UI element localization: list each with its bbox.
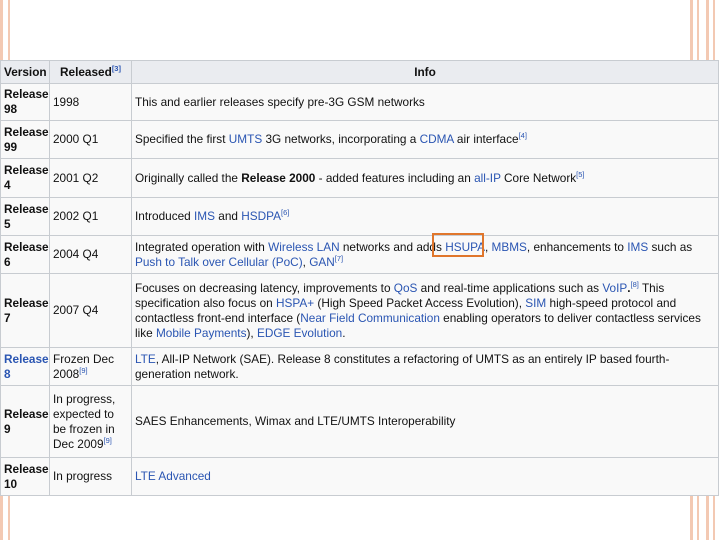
info-text: air interface [453, 132, 519, 146]
info-text: . [342, 325, 346, 340]
wiki-link[interactable]: SIM [525, 296, 546, 310]
info-text: and [215, 209, 242, 223]
slide-top-band [0, 0, 720, 60]
table-body: Release 98 1998 This and earlier releases … [0, 83, 719, 496]
version-cell: Release 10 [0, 457, 50, 496]
released-cell: 2000 Q1 [49, 120, 132, 159]
version-cell: Release 7 [0, 273, 50, 348]
info-text: Specified the first [135, 132, 229, 146]
reference-link[interactable]: [9] [104, 436, 112, 445]
info-text: - added features including an [315, 170, 475, 185]
info-cell: SAES Enhancements, Wimax and LTE/UMTS In… [131, 385, 719, 458]
reference-link[interactable]: [3] [112, 64, 121, 73]
info-text: Introduced [135, 209, 195, 223]
info-text: SAES Enhancements, Wimax and LTE/UMTS In… [135, 414, 456, 428]
info-text: Integrated operation with [135, 239, 269, 254]
info-column-header[interactable]: Info [131, 60, 719, 84]
info-text: and real-time applications such as [417, 280, 603, 295]
released-text: In progress [53, 469, 113, 483]
table-row: Release 8 Frozen Dec 2008[9] LTE, All-IP N… [0, 347, 719, 386]
version-cell: Release 5 [0, 197, 50, 236]
table-row: Release 9 In progress, expected to be fro… [0, 385, 719, 458]
wiki-link[interactable]: Near Field Communication [300, 311, 440, 325]
wiki-link[interactable]: IMS [627, 240, 648, 254]
wiki-link[interactable]: EDGE Evolution [257, 326, 342, 340]
wiki-link[interactable]: Wireless LAN [268, 240, 339, 254]
version-cell: Release 6 [0, 235, 50, 274]
info-text: Release 2000 [241, 170, 316, 185]
released-cell: In progress [49, 457, 132, 496]
released-cell: 2002 Q1 [49, 197, 132, 236]
info-cell: This and earlier releases specify pre-3G… [131, 83, 719, 121]
released-text: 2000 Q1 [53, 132, 99, 146]
released-cell: In progress, expected to be frozen in De… [49, 385, 132, 458]
info-cell: LTE Advanced [131, 457, 719, 496]
version-cell: Release 4 [0, 158, 50, 198]
released-cell: 2004 Q4 [49, 235, 132, 274]
reference-link[interactable]: [9] [79, 366, 87, 375]
release-table: Version Released[3] Info Release 98 1998 T… [0, 60, 719, 496]
released-cell: Frozen Dec 2008[9] [49, 347, 132, 386]
table-row: Release 10 In progress LTE Advanced [0, 457, 719, 496]
info-text: 3G networks, incorporating a [262, 132, 420, 146]
reference-link[interactable]: [4] [519, 131, 527, 140]
released-cell: 1998 [49, 83, 132, 121]
info-cell: Integrated operation with Wireless LAN n… [131, 235, 719, 274]
table-row: Release 5 2002 Q1 Introduced IMS and HSDPA… [0, 197, 719, 236]
info-text: , All-IP Network (SAE). Release 8 consti… [135, 351, 670, 381]
wiki-link[interactable]: Mobile Payments [156, 326, 246, 340]
wiki-link[interactable]: HSDPA [241, 209, 281, 223]
wiki-link[interactable]: QoS [394, 281, 418, 295]
released-text: 2001 Q2 [53, 170, 99, 185]
wiki-link[interactable]: CDMA [420, 132, 454, 146]
released-text: 2004 Q4 [53, 247, 99, 261]
table-header-row: Version Released[3] Info [0, 60, 719, 84]
version-cell: Release 98 [0, 83, 50, 121]
reference-link[interactable]: [8] [631, 280, 639, 289]
released-column-header[interactable]: Released[3] [49, 60, 132, 84]
released-text: 2007 Q4 [53, 303, 99, 317]
reference-link[interactable]: [6] [281, 208, 289, 217]
info-text: Core Network [500, 170, 577, 185]
table-row: Release 7 2007 Q4 Focuses on decreasing la… [0, 273, 719, 348]
version-cell: Release 99 [0, 120, 50, 159]
released-text: 2002 Q1 [53, 209, 99, 223]
table-row: Release 99 2000 Q1 Specified the first UMT… [0, 120, 719, 159]
info-text: This and earlier releases specify pre-3G… [135, 94, 425, 109]
reference-link[interactable]: [5] [576, 170, 584, 179]
version-cell[interactable]: Release 8 [0, 347, 50, 386]
info-text: Originally called the [135, 170, 242, 185]
info-text: ), [246, 325, 257, 340]
info-text: networks and adds [339, 239, 446, 254]
version-cell: Release 9 [0, 385, 50, 458]
released-cell: 2007 Q4 [49, 273, 132, 348]
wiki-link[interactable]: HSPA+ [276, 296, 314, 310]
wiki-link[interactable]: Push to Talk over Cellular (PoC) [135, 255, 303, 269]
wiki-link[interactable]: all-IP [474, 171, 501, 185]
released-text: 1998 [53, 94, 80, 109]
info-cell: Specified the first UMTS 3G networks, in… [131, 120, 719, 159]
info-cell: Introduced IMS and HSDPA[6] [131, 197, 719, 236]
wiki-link[interactable]: UMTS [229, 132, 262, 146]
info-text: , enhancements to [526, 239, 628, 254]
info-cell: Focuses on decreasing latency, improveme… [131, 273, 719, 348]
wiki-link[interactable]: MBMS [492, 240, 527, 254]
table-row: Release 6 2004 Q4 Integrated operation wit… [0, 235, 719, 274]
wiki-link[interactable]: VoIP [602, 281, 627, 295]
version-column-header[interactable]: Version [0, 60, 50, 84]
highlight-box [432, 233, 484, 257]
info-text: Focuses on decreasing latency, improveme… [135, 280, 394, 295]
table-row: Release 98 1998 This and earlier releases … [0, 83, 719, 121]
info-text: such as [648, 239, 693, 254]
wiki-link[interactable]: GAN [309, 255, 335, 269]
released-cell: 2001 Q2 [49, 158, 132, 198]
wiki-link[interactable]: LTE [135, 352, 156, 366]
info-cell: LTE, All-IP Network (SAE). Release 8 con… [131, 347, 719, 386]
info-text: (High Speed Packet Access Evolution), [314, 295, 526, 310]
table-row: Release 4 2001 Q2 Originally called the Re… [0, 158, 719, 198]
wiki-link[interactable]: IMS [194, 209, 215, 223]
wiki-link[interactable]: LTE Advanced [135, 469, 211, 483]
reference-link[interactable]: [7] [335, 254, 343, 263]
info-cell: Originally called the Release 2000 - add… [131, 158, 719, 198]
